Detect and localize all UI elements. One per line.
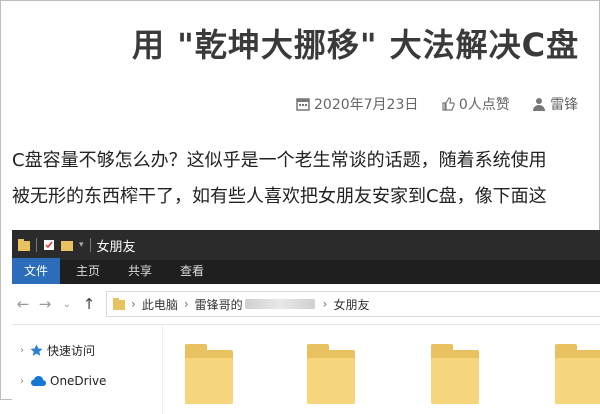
likes-meta[interactable]: 0人点赞 <box>441 94 510 114</box>
article-paragraph-line2: 被无形的东西榨干了，如有些人喜欢把女朋友安家到C盘，像下面这 <box>12 186 547 207</box>
cloud-icon <box>31 376 46 386</box>
forward-button[interactable]: → <box>34 295 56 313</box>
tab-home[interactable]: 主页 <box>64 258 112 284</box>
address-bar: ← → ⌄ ↑ › 此电脑 › 雷锋哥的 › 女朋友 <box>12 284 600 325</box>
explorer-screenshot: ▾ 女朋友 文件 主页 共享 查看 ← → ⌄ ↑ › 此电脑 › 雷锋哥的 ›… <box>12 230 600 414</box>
properties-icon[interactable] <box>43 239 55 251</box>
thumbs-up-icon <box>442 97 455 111</box>
breadcrumb[interactable]: › 此电脑 › 雷锋哥的 › 女朋友 <box>106 291 600 317</box>
folder-icon[interactable] <box>307 344 355 404</box>
chevron-right-icon[interactable]: › <box>20 376 24 387</box>
navigation-pane: › 快速访问 › OneDrive <box>12 324 162 414</box>
quick-access-dropdown-icon[interactable]: ▾ <box>79 240 84 250</box>
article-title: 用 "乾坤大挪移" 大法解决C盘 <box>132 26 580 64</box>
recent-dropdown-icon[interactable]: ⌄ <box>56 299 78 310</box>
date-text: 2020年7月23日 <box>314 97 419 113</box>
user-icon <box>533 98 546 111</box>
sidebar-item-label: 快速访问 <box>47 344 96 358</box>
file-list <box>162 324 600 414</box>
chevron-right-icon[interactable]: › <box>20 345 24 356</box>
up-button[interactable]: ↑ <box>78 295 100 313</box>
folder-icon[interactable] <box>555 344 600 404</box>
back-button[interactable]: ← <box>12 295 34 313</box>
article-meta: 2020年7月23日 0人点赞 雷锋 <box>296 94 596 115</box>
breadcrumb-separator: › <box>131 297 136 311</box>
sidebar-item-quick-access[interactable]: › 快速访问 <box>20 342 95 359</box>
folder-icon <box>113 298 125 310</box>
new-folder-icon[interactable] <box>61 239 73 251</box>
ribbon-tabs: 文件 主页 共享 查看 <box>12 258 600 284</box>
tab-view[interactable]: 查看 <box>168 258 216 284</box>
blurred-text <box>244 299 315 309</box>
titlebar-divider <box>36 238 37 252</box>
breadcrumb-separator: › <box>183 297 189 311</box>
author-meta[interactable]: 雷锋 <box>532 94 578 114</box>
date-meta: 2020年7月23日 <box>296 94 418 114</box>
breadcrumb-this-pc[interactable]: 此电脑 <box>142 296 178 313</box>
window-title: 女朋友 <box>96 239 136 255</box>
likes-text: 0人点赞 <box>458 97 510 113</box>
folder-icon[interactable] <box>431 344 479 404</box>
titlebar-divider <box>89 238 91 252</box>
explorer-titlebar: ▾ 女朋友 <box>12 230 600 260</box>
breadcrumb-girlfriend[interactable]: 女朋友 <box>333 296 369 313</box>
sidebar-item-label: OneDrive <box>50 374 107 388</box>
tab-share[interactable]: 共享 <box>116 258 164 284</box>
folder-icon[interactable] <box>185 344 233 404</box>
breadcrumb-separator: › <box>322 297 328 311</box>
star-icon <box>30 344 43 356</box>
folder-icon <box>18 239 30 251</box>
calendar-icon <box>296 98 310 111</box>
breadcrumb-user-drive[interactable]: 雷锋哥的 <box>195 296 243 313</box>
author-text: 雷锋 <box>550 97 579 113</box>
tab-file[interactable]: 文件 <box>12 258 61 284</box>
article-paragraph-line1: C盘容量不够怎么办？这似乎是一个老生常谈的话题，随着系统使用 <box>12 150 547 171</box>
sidebar-item-onedrive[interactable]: › OneDrive <box>20 374 106 388</box>
